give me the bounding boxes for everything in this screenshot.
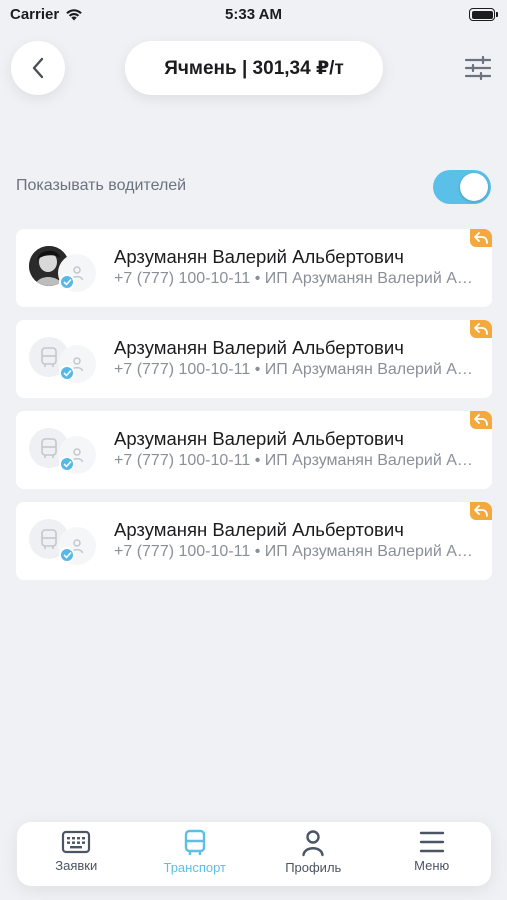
menu-icon	[419, 831, 444, 853]
chevron-left-icon	[32, 57, 44, 79]
status-time: 5:33 AM	[225, 6, 282, 23]
filter-button[interactable]	[460, 52, 496, 84]
drivers-list: Арзуманян Валерий Альбертович +7 (777) 1…	[16, 229, 492, 593]
status-bar: Carrier 5:33 AM	[0, 0, 507, 30]
driver-card[interactable]: Арзуманян Валерий Альбертович +7 (777) 1…	[16, 320, 492, 398]
reply-icon	[474, 414, 488, 426]
driver-name: Арзуманян Валерий Альбертович	[114, 428, 404, 449]
sliders-icon	[464, 56, 492, 80]
bus-icon	[184, 829, 205, 855]
verified-badge	[59, 547, 75, 563]
cargo-title-pill[interactable]: Ячмень | 301,34 ₽/т	[125, 41, 383, 95]
reply-icon	[474, 323, 488, 335]
reply-badge	[470, 320, 492, 338]
tab-label: Транспорт	[163, 860, 227, 875]
tab-menu[interactable]: Меню	[373, 822, 492, 886]
tab-label: Меню	[414, 858, 450, 873]
driver-card[interactable]: Арзуманян Валерий Альбертович +7 (777) 1…	[16, 502, 492, 580]
battery-icon	[469, 8, 498, 21]
tab-bar: Заявки Транспорт Профиль Меню	[17, 822, 491, 886]
bus-icon	[41, 438, 57, 458]
driver-subtitle: +7 (777) 100-10-11 • ИП Арзуманян Валери…	[114, 452, 474, 469]
bus-icon	[41, 347, 57, 367]
driver-subtitle: +7 (777) 100-10-11 • ИП Арзуманян Валери…	[114, 543, 474, 560]
show-drivers-label: Показывать водителей	[16, 177, 187, 194]
driver-subtitle: +7 (777) 100-10-11 • ИП Арзуманян Валери…	[114, 270, 474, 287]
driver-card[interactable]: Арзуманян Валерий Альбертович +7 (777) 1…	[16, 411, 492, 489]
toggle-knob	[460, 173, 488, 201]
person-icon	[302, 830, 324, 857]
driver-subtitle: +7 (777) 100-10-11 • ИП Арзуманян Валери…	[114, 361, 474, 378]
tab-label: Профиль	[285, 860, 342, 875]
verified-badge	[59, 365, 75, 381]
tab-profile[interactable]: Профиль	[254, 822, 373, 886]
bus-icon	[41, 529, 57, 549]
driver-card[interactable]: Арзуманян Валерий Альбертович +7 (777) 1…	[16, 229, 492, 307]
reply-icon	[474, 505, 488, 517]
verified-badge	[59, 456, 75, 472]
driver-name: Арзуманян Валерий Альбертович	[114, 246, 404, 267]
check-icon	[62, 369, 72, 377]
back-button[interactable]	[11, 41, 65, 95]
show-drivers-toggle[interactable]	[433, 170, 491, 204]
keyboard-icon	[62, 830, 91, 854]
check-icon	[62, 460, 72, 468]
tab-transport[interactable]: Транспорт	[136, 822, 255, 886]
verified-badge	[59, 274, 75, 290]
reply-badge	[470, 229, 492, 247]
driver-name: Арзуманян Валерий Альбертович	[114, 519, 404, 540]
tab-requests[interactable]: Заявки	[17, 822, 136, 886]
reply-badge	[470, 411, 492, 429]
check-icon	[62, 278, 72, 286]
page-title: Ячмень | 301,34 ₽/т	[164, 57, 344, 79]
driver-name: Арзуманян Валерий Альбертович	[114, 337, 404, 358]
check-icon	[62, 551, 72, 559]
reply-badge	[470, 502, 492, 520]
tab-label: Заявки	[55, 858, 98, 873]
reply-icon	[474, 232, 488, 244]
